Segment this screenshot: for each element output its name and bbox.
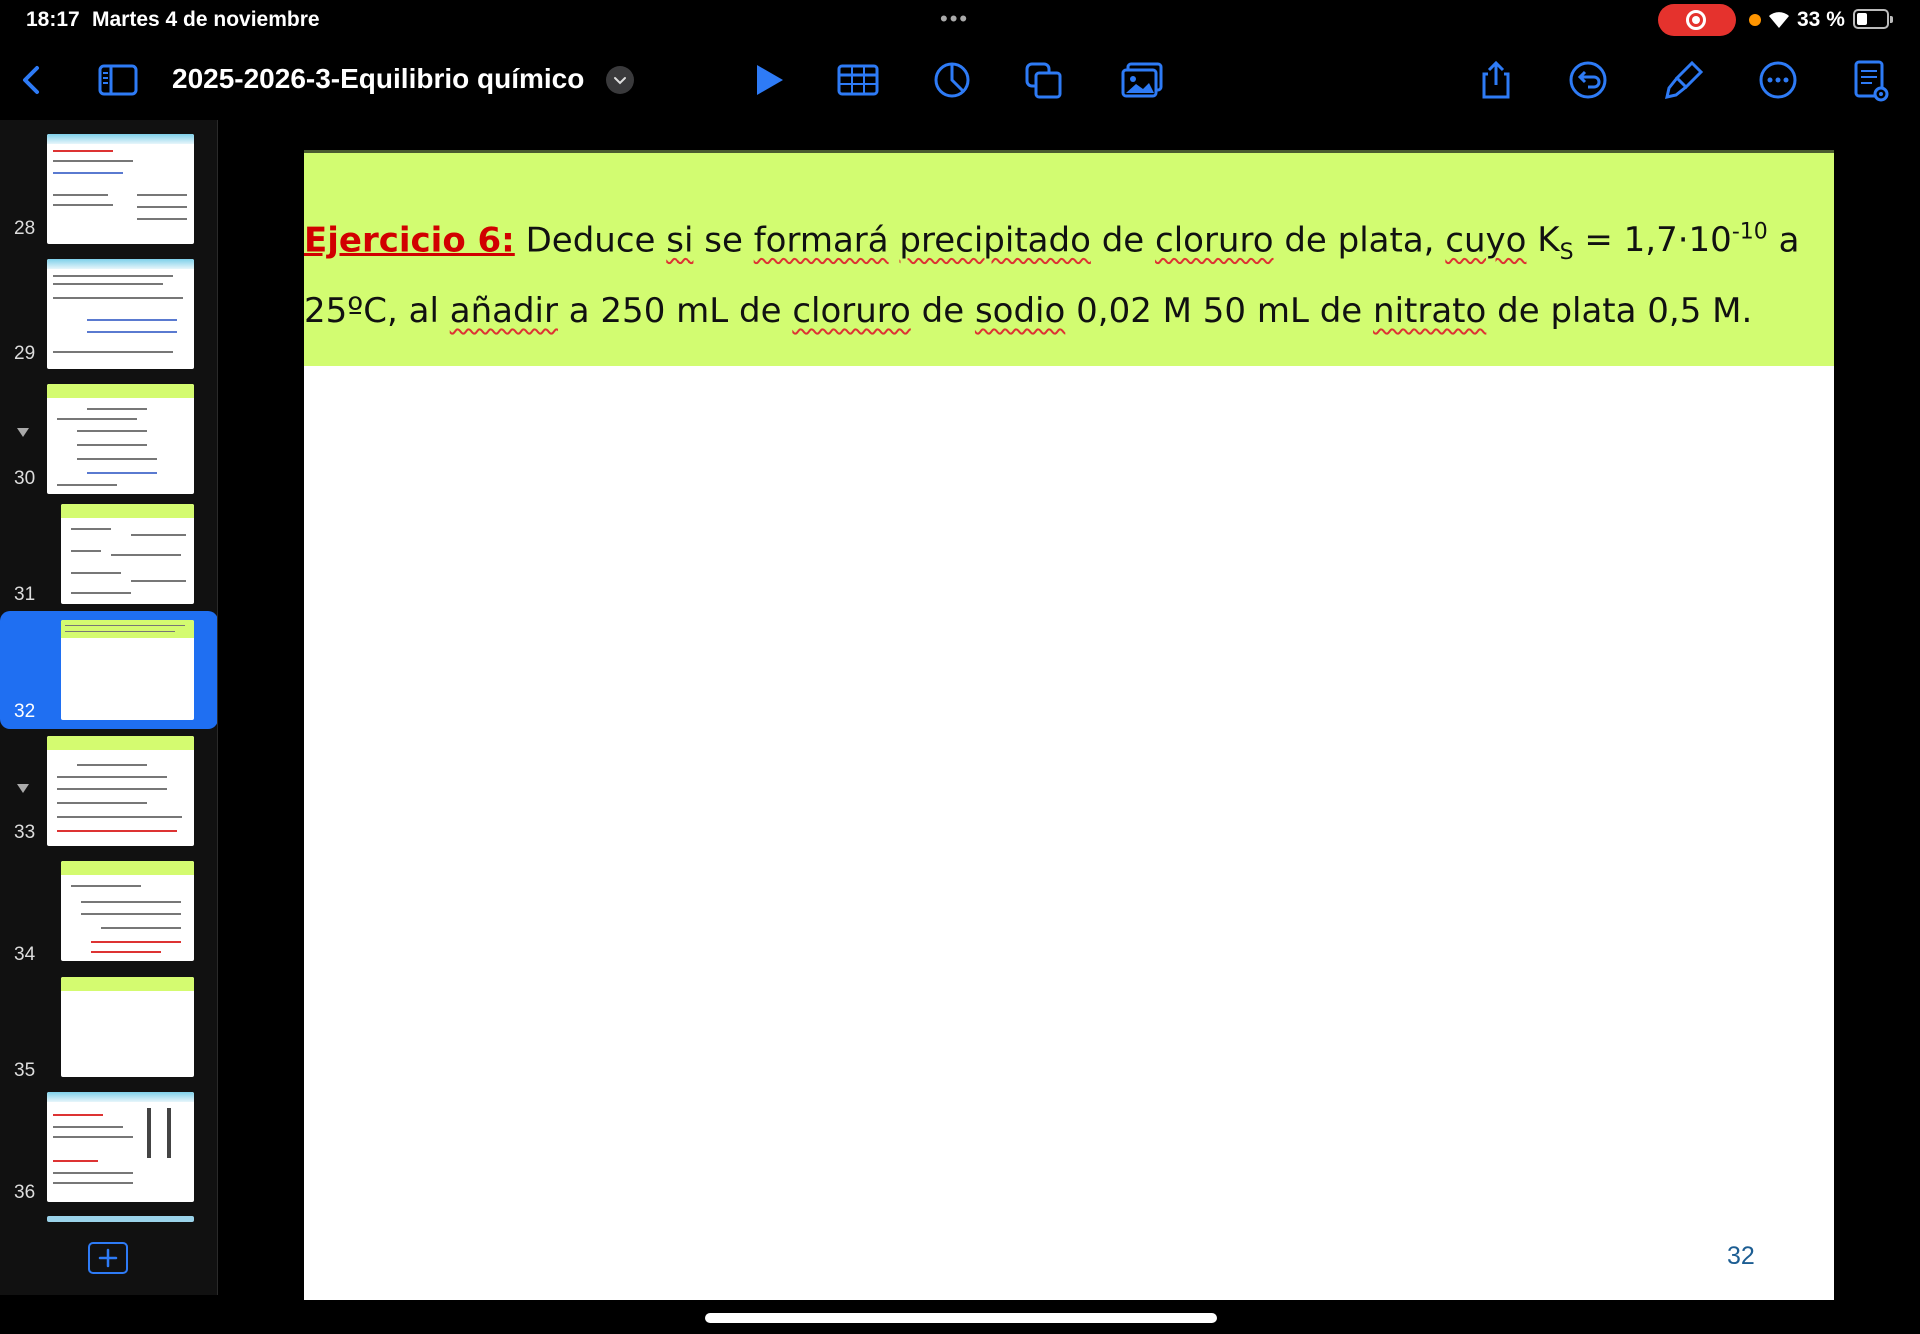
text-run: cuyo [1445,220,1527,261]
slide-thumbnail-33[interactable]: 33 [0,732,218,850]
add-slide-button[interactable] [88,1242,128,1274]
back-chevron-icon[interactable] [8,56,56,104]
slide-preview [47,259,194,369]
text-run: añadir [449,291,558,332]
status-date: Martes 4 de noviembre [92,8,320,31]
slide-number: 34 [14,944,36,965]
text-run: a 250 mL de [568,291,782,332]
text-run: cloruro [1155,220,1274,261]
text-run: cloruro [792,291,911,332]
slide-thumbnail-32[interactable]: 32 [0,611,218,729]
exercise-label: Ejercicio 6: [304,220,515,261]
plus-icon [98,1248,118,1268]
slide-number: 32 [14,701,36,722]
slide-page-number: 32 [1727,1242,1755,1270]
next-slide-preview-edge [47,1216,194,1222]
slide-preview [47,736,194,846]
text-run: a [1778,220,1800,261]
sidebar-divider [217,120,218,1295]
text-run: 25ºC, al [304,291,439,332]
slide-number: 28 [14,218,36,239]
slide-thumbnail-34[interactable]: 34 [0,854,218,972]
mic-indicator-icon [1749,14,1761,26]
slide-exercise-text[interactable]: Ejercicio 6: Deduce si se formará precip… [304,204,1834,340]
toolbar: 2025-2026-3-Equilibrio químico [0,40,1920,120]
sidebar-toggle-icon[interactable] [94,56,142,104]
slide-preview [61,977,194,1077]
slide-canvas[interactable]: Ejercicio 6: Deduce si se formará precip… [304,150,1834,1300]
slide-preview [61,504,194,604]
battery-icon [1853,9,1893,29]
text-run: Deduce [525,220,656,261]
slide-thumbnail-30[interactable]: 30 [0,378,218,496]
table-icon[interactable] [834,56,882,104]
ks-value: = 1,7·10-10 [1584,220,1768,261]
text-run: de plata 0,5 M. [1497,291,1753,332]
slide-thumbnail-36[interactable]: 36 [0,1092,218,1210]
multitasking-dots-icon[interactable]: ••• [940,6,969,32]
chart-icon[interactable] [928,56,976,104]
ks-symbol: KS [1537,220,1574,266]
slide-number: 36 [14,1182,36,1203]
document-title[interactable]: 2025-2026-3-Equilibrio químico [172,63,584,95]
wifi-icon [1769,12,1789,28]
text-run: 0,02 M 50 mL de [1076,291,1363,332]
text-run: si [666,220,694,261]
text-run: de [921,291,965,332]
screen-recording-icon[interactable] [1658,4,1736,36]
slide-preview [47,1092,194,1202]
slide-navigator[interactable]: 28 29 30 31 32 33 34 35 36 [0,120,218,1295]
slide-thumbnail-31[interactable]: 31 [0,494,218,612]
undo-icon[interactable] [1564,56,1612,104]
slide-preview [61,861,194,961]
share-icon[interactable] [1472,56,1520,104]
text-run: de [1101,220,1145,261]
slide-number: 31 [14,584,36,605]
slide-thumbnail-28[interactable]: 28 [0,128,218,246]
text-run: precipitado [899,220,1091,261]
battery-percent: 33 % [1797,8,1845,31]
slide-number: 35 [14,1060,36,1081]
slide-number: 33 [14,822,36,843]
slide-thumbnail-35[interactable]: 35 [0,970,218,1088]
slide-number: 30 [14,468,36,489]
presenter-notes-icon[interactable] [1846,56,1894,104]
status-bar: 18:17 Martes 4 de noviembre ••• 33 % [0,0,1920,40]
status-time: 18:17 [26,8,80,31]
more-options-icon[interactable] [1754,56,1802,104]
text-run: sodio [974,291,1066,332]
text-run: nitrato [1373,291,1487,332]
slide-number: 29 [14,343,36,364]
text-run: se [704,220,743,261]
format-brush-icon[interactable] [1660,56,1708,104]
slide-preview [61,620,194,720]
slide-preview [47,384,194,494]
media-icon[interactable] [1118,56,1166,104]
text-run: formará [753,220,889,261]
home-indicator[interactable] [705,1313,1217,1323]
title-menu-chevron-icon[interactable] [606,66,634,94]
text-run: de plata, [1284,220,1435,261]
play-icon[interactable] [744,56,792,104]
shapes-icon[interactable] [1020,56,1068,104]
slide-preview [47,134,194,244]
slide-thumbnail-29[interactable]: 29 [0,253,218,371]
